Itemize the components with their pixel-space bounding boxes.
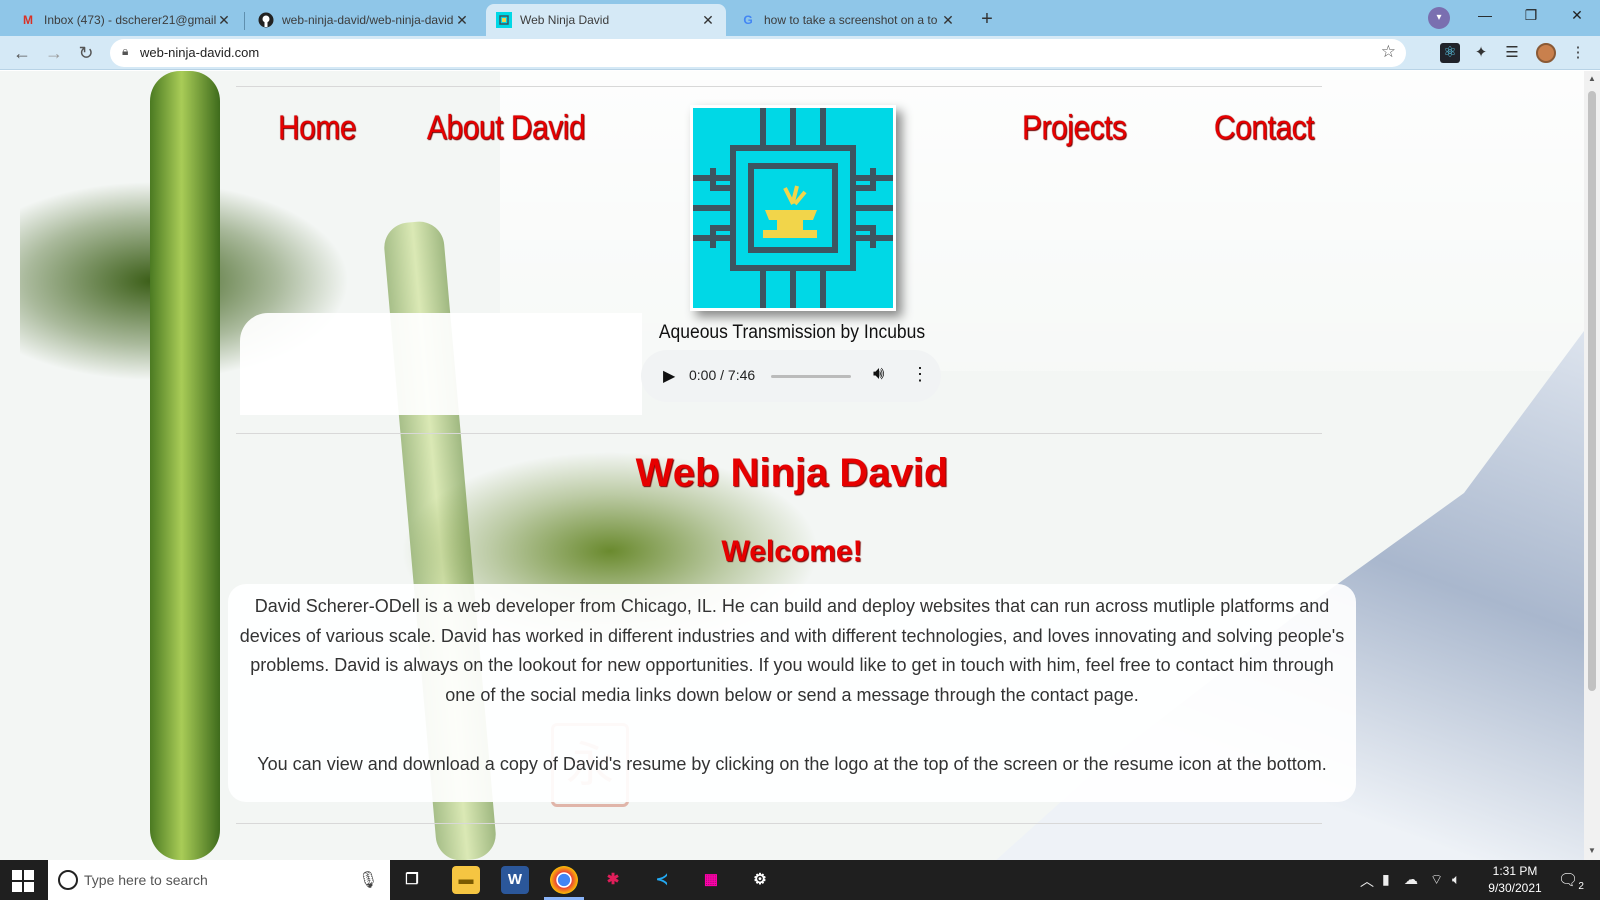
search-placeholder: Type here to search — [84, 872, 208, 888]
gmail-icon: M — [23, 13, 33, 27]
reload-icon[interactable]: ↻ — [74, 41, 98, 65]
settings-icon[interactable]: ⚙ — [746, 866, 774, 894]
forward-arrow-icon[interactable]: → — [42, 41, 66, 65]
close-icon[interactable]: ✕ — [216, 12, 232, 29]
more-options-icon[interactable]: ⋮ — [911, 364, 929, 385]
about-paragraph: David Scherer-ODell is a web developer f… — [239, 596, 1345, 705]
windows-taskbar: Type here to search 🎙︎ ❐ ▬ W ✱ ≺ ▦ ⚙ ︿ ▮… — [0, 860, 1600, 900]
cortana-icon[interactable] — [58, 870, 78, 890]
tab-strip: M Inbox (473) - dscherer21@gmail.com ✕ w… — [0, 0, 1600, 36]
google-icon: G — [743, 13, 753, 27]
taskbar-search-box[interactable]: Type here to search 🎙︎ — [48, 860, 390, 900]
about-card: David Scherer-ODell is a web developer f… — [228, 584, 1356, 802]
tab-google-search[interactable]: G how to take a screenshot on a to ✕ — [730, 4, 966, 36]
address-bar[interactable]: 🔒︎ web-ninja-david.com ☆ — [110, 39, 1406, 67]
notification-count: 2 — [1578, 881, 1584, 893]
nav-projects-link[interactable]: Projects — [1022, 109, 1127, 148]
extensions-puzzle-icon[interactable]: ✦ — [1471, 43, 1491, 63]
scroll-up-arrow-icon[interactable]: ▲ — [1588, 74, 1596, 83]
lock-icon[interactable]: 🔒︎ — [122, 44, 128, 59]
audio-player[interactable]: ▶ 0:00 / 7:46 🔊︎ ⋮ — [641, 350, 941, 402]
nav-about-link[interactable]: About David — [427, 109, 586, 148]
notification-center-icon[interactable]: 🗨︎2 — [1558, 870, 1584, 892]
clock-time: 1:31 PM — [1492, 864, 1538, 878]
react-devtools-icon[interactable]: ⚛ — [1440, 43, 1460, 63]
divider — [236, 433, 1322, 434]
tab-title: how to take a screenshot on a to — [764, 13, 938, 27]
clock-date: 9/30/2021 — [1488, 881, 1542, 895]
wifi-icon[interactable]: ⌔ — [1430, 871, 1443, 889]
file-explorer-icon[interactable]: ▬ — [452, 866, 480, 894]
back-arrow-icon[interactable]: ← — [10, 41, 34, 65]
tab-title: Inbox (473) - dscherer21@gmail.com — [44, 13, 216, 27]
scrollbar-thumb[interactable] — [1588, 91, 1596, 691]
play-icon[interactable]: ▶ — [663, 366, 675, 386]
word-icon[interactable]: W — [501, 866, 529, 894]
url-text[interactable]: web-ninja-david.com — [140, 45, 259, 60]
audio-seek-slider[interactable] — [771, 375, 851, 378]
close-icon[interactable]: ✕ — [700, 12, 716, 29]
tab-github[interactable]: web-ninja-david/web-ninja-david ✕ — [248, 4, 480, 36]
browser-toolbar: ← → ↻ 🔒︎ web-ninja-david.com ☆ ⚛ ✦ ☰ ⋮ — [0, 36, 1600, 70]
volume-icon[interactable]: 🔊︎ — [873, 363, 884, 384]
vscode-icon[interactable]: ≺ — [648, 866, 676, 894]
battery-icon[interactable]: ▮ — [1382, 871, 1390, 888]
slack-icon[interactable]: ✱ — [599, 866, 627, 894]
bookmark-star-icon[interactable]: ☆ — [1381, 42, 1396, 62]
scroll-down-arrow-icon[interactable]: ▼ — [1588, 846, 1596, 855]
task-view-icon[interactable]: ❐ — [398, 866, 426, 894]
tab-web-ninja-david[interactable]: Web Ninja David ✕ — [486, 4, 726, 36]
resume-paragraph: You can view and download a copy of Davi… — [257, 754, 1327, 774]
nav-home-link[interactable]: Home — [278, 109, 356, 148]
audio-time: 0:00 / 7:46 — [689, 367, 756, 383]
reading-list-icon[interactable]: ☰ — [1502, 43, 1522, 63]
music-player-card — [240, 313, 642, 415]
chevron-up-icon[interactable]: ︿ — [1360, 871, 1374, 891]
nav-contact-link[interactable]: Contact — [1214, 109, 1314, 148]
divider — [236, 86, 1322, 87]
tab-search-icon[interactable]: ▾ — [1428, 7, 1450, 29]
profile-avatar[interactable] — [1536, 43, 1556, 63]
page-title: Web Ninja David — [635, 451, 949, 495]
tab-title: Web Ninja David — [520, 13, 610, 27]
close-icon[interactable]: ✕ — [454, 12, 470, 29]
minimize-button[interactable]: — — [1462, 0, 1508, 30]
chip-icon — [496, 12, 512, 28]
song-title: Aqueous Transmission by Incubus — [658, 322, 926, 343]
welcome-heading: Welcome! — [721, 535, 863, 568]
background-bamboo — [150, 71, 220, 860]
windows-start-icon[interactable] — [12, 870, 34, 892]
restore-button[interactable]: ❐ — [1508, 0, 1554, 30]
tab-divider — [244, 12, 245, 30]
github-icon — [258, 12, 274, 28]
new-tab-button[interactable]: + — [974, 6, 1000, 32]
tab-gmail[interactable]: M Inbox (473) - dscherer21@gmail.com ✕ — [10, 4, 242, 36]
chrome-icon[interactable] — [550, 866, 578, 894]
tab-title: web-ninja-david/web-ninja-david — [282, 13, 454, 27]
page-viewport: Home About David Projects Contact Aqueou… — [0, 71, 1584, 860]
chip-anvil-logo-icon — [693, 108, 893, 308]
speaker-icon[interactable]: 🔈︎ — [1452, 871, 1460, 888]
window-close-button[interactable]: ✕ — [1554, 0, 1600, 30]
paint-icon[interactable]: ▦ — [697, 866, 725, 894]
divider — [236, 823, 1322, 824]
onedrive-icon[interactable]: ☁ — [1404, 871, 1418, 888]
site-logo-resume-link[interactable] — [690, 105, 896, 311]
close-icon[interactable]: ✕ — [940, 12, 956, 29]
page-scrollbar[interactable]: ▲ ▼ — [1584, 71, 1600, 860]
menu-kebab-icon[interactable]: ⋮ — [1568, 43, 1588, 63]
microphone-icon[interactable]: 🎙︎ — [358, 870, 378, 890]
taskbar-clock[interactable]: 1:31 PM 9/30/2021 — [1480, 863, 1550, 897]
